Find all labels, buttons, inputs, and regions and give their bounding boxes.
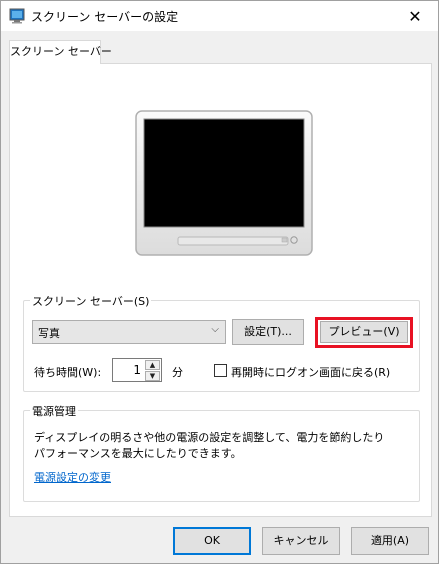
screensaver-select[interactable]: 写真 ⌵ xyxy=(32,320,226,344)
wait-time-unit: 分 xyxy=(172,366,183,379)
wait-time-spinner[interactable]: 1 ▲ ▼ xyxy=(112,358,162,382)
arrow-up-icon[interactable]: ▲ xyxy=(145,360,160,370)
power-group-label: 電源管理 xyxy=(30,403,78,419)
power-description-line1: ディスプレイの明るさや他の電源の設定を調整して、電力を節約したり xyxy=(34,431,385,444)
close-button[interactable]: ✕ xyxy=(392,1,438,31)
chevron-down-icon: ⌵ xyxy=(211,324,219,335)
power-settings-link[interactable]: 電源設定の変更 xyxy=(34,469,111,485)
title-bar: スクリーン セーバーの設定 ✕ xyxy=(1,1,438,31)
arrow-down-icon[interactable]: ▼ xyxy=(145,371,160,381)
settings-button[interactable]: 設定(T)... xyxy=(232,319,304,345)
apply-button[interactable]: 適用(A) xyxy=(351,527,429,555)
power-description: ディスプレイの明るさや他の電源の設定を調整して、電力を節約したり パフォーマンス… xyxy=(34,430,384,462)
tab-screensaver[interactable]: スクリーン セーバー xyxy=(9,40,112,64)
close-icon: ✕ xyxy=(408,6,422,26)
window-title: スクリーン セーバーの設定 xyxy=(31,10,179,24)
screensaver-select-value: 写真 xyxy=(38,327,60,340)
screensaver-group-label: スクリーン セーバー(S) xyxy=(30,293,152,309)
preview-button[interactable]: プレビュー(V) xyxy=(320,321,408,343)
wait-time-value: 1 xyxy=(133,363,141,377)
resume-logon-label[interactable]: 再開時にログオン画面に戻る(R) xyxy=(231,364,390,380)
ok-button[interactable]: OK xyxy=(173,527,251,555)
wait-time-label: 待ち時間(W): xyxy=(34,366,102,379)
tab-panel: スクリーン セーバー(S) 写真 ⌵ 設定(T)... プレビュー(V) 待ち時… xyxy=(9,63,432,517)
monitor-preview xyxy=(135,110,313,256)
power-description-line2: パフォーマンスを最大にしたりできます。 xyxy=(34,447,242,460)
screensaver-settings-dialog: スクリーン セーバーの設定 ✕ スクリーン セーバー スクリーン セーバー(S) xyxy=(0,0,439,564)
screensaver-monitor-icon xyxy=(9,8,25,24)
resume-logon-checkbox[interactable] xyxy=(214,364,227,377)
cancel-button[interactable]: キャンセル xyxy=(262,527,340,555)
